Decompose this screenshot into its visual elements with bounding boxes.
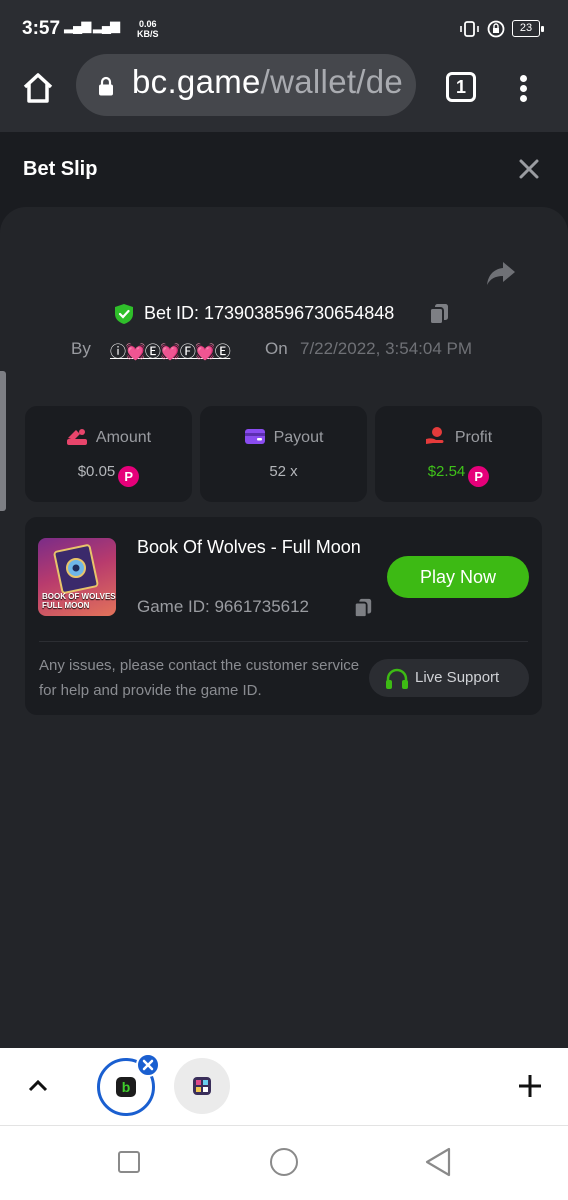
bet-id: Bet ID: 1739038596730654848	[144, 303, 395, 323]
polkadot-coin-icon: P	[118, 466, 140, 487]
plus-icon	[519, 1075, 541, 1097]
new-tab-button[interactable]	[516, 1072, 544, 1100]
back-triangle-icon	[425, 1147, 451, 1177]
live-support-label: Live Support	[415, 669, 500, 686]
more-menu-button[interactable]	[514, 68, 534, 108]
net-speed: 0.06 KB/S	[137, 19, 159, 39]
status-icons	[460, 19, 508, 43]
share-icon	[487, 262, 515, 285]
payout-header: Payout	[200, 426, 367, 447]
divider	[39, 641, 528, 642]
copy-bet-id-button[interactable]	[428, 303, 450, 325]
close-icon	[142, 1059, 154, 1071]
dot	[520, 95, 527, 102]
live-support-button[interactable]: Live Support	[369, 659, 529, 697]
tabs-count-button[interactable]: 1	[446, 72, 476, 102]
system-home-button[interactable]	[270, 1148, 298, 1176]
url-bar[interactable]: bc.game/wallet/de	[76, 54, 416, 116]
back-button[interactable]	[424, 1146, 452, 1178]
payout-label: Payout	[273, 429, 324, 446]
game-thumbnail[interactable]: BOOK OF WOLVES FULL MOON	[38, 538, 116, 616]
amount-card: Amount $0.05 P	[25, 406, 192, 502]
amount-label: Amount	[95, 429, 152, 446]
bet-date: 7/22/2022, 3:54:04 PM	[300, 339, 473, 358]
home-button[interactable]	[20, 70, 56, 106]
sheet-header: Bet Slip	[0, 132, 568, 204]
close-button[interactable]	[516, 156, 542, 182]
battery-icon: 23	[512, 20, 544, 37]
bet-meta-row: By ⓘ💓Ⓔ💓Ⓕ💓Ⓔ On 7/22/2022, 3:54:04 PM	[0, 337, 568, 361]
browser-tab-strip: b	[0, 1048, 568, 1125]
game-thumbnail-label: BOOK OF WOLVES FULL MOON	[42, 592, 116, 610]
payout-value: 52 x	[269, 463, 298, 480]
net-speed-unit: KB/S	[137, 29, 159, 39]
url-path: /wallet/de	[260, 63, 404, 100]
play-now-button[interactable]: Play Now	[387, 556, 529, 598]
url-host: bc.game	[132, 63, 261, 100]
other-tab[interactable]	[174, 1058, 230, 1114]
payout-card: Payout 52 x	[200, 406, 367, 502]
user-link[interactable]: ⓘ💓Ⓔ💓Ⓕ💓Ⓔ	[110, 338, 231, 362]
amount-header: Amount	[25, 426, 192, 447]
wallet-icon	[244, 429, 265, 444]
game-name: Book Of Wolves - Full Moon	[137, 537, 361, 557]
copy-game-id-button[interactable]	[353, 598, 373, 618]
chevron-up-icon	[28, 1079, 48, 1092]
bcgame-logo-icon: b	[116, 1077, 136, 1097]
profit-value: $2.54	[427, 463, 466, 480]
on-label: On	[265, 339, 288, 358]
profit-icon	[425, 427, 444, 444]
vibrate-lock-icon	[460, 20, 505, 38]
headset-icon	[386, 668, 408, 689]
game-card: BOOK OF WOLVES FULL MOON Book Of Wolves …	[25, 517, 542, 715]
recent-apps-button[interactable]	[118, 1151, 140, 1173]
lock-icon	[99, 76, 113, 96]
profit-value-row: $2.54 P	[375, 463, 542, 487]
amount-value: $0.05	[77, 463, 116, 480]
by-label: By	[71, 339, 91, 358]
dot	[520, 85, 527, 92]
browser-toolbar: bc.game/wallet/de 1	[0, 54, 568, 132]
close-icon	[519, 159, 539, 179]
page-title: Bet Slip	[23, 158, 98, 180]
url-text: bc.game/wallet/de	[132, 63, 403, 101]
close-tab-button[interactable]	[136, 1053, 160, 1077]
system-nav-bar	[0, 1125, 568, 1200]
active-tab[interactable]: b	[97, 1053, 160, 1116]
bet-id-row: Bet ID: 1739038596730654848	[0, 300, 568, 328]
signal-icon: ▂▄▆ ▂▄▆	[64, 18, 120, 33]
amount-value-row: $0.05 P	[25, 463, 192, 487]
scrollbar[interactable]	[0, 371, 6, 511]
dot	[520, 75, 527, 82]
profit-header: Profit	[375, 426, 542, 447]
profit-card: Profit $2.54 P	[375, 406, 542, 502]
copy-icon	[429, 304, 448, 325]
support-text: Any issues, please contact the customer …	[39, 657, 360, 699]
game-id: Game ID: 9661735612	[137, 597, 310, 616]
amount-icon	[66, 429, 87, 445]
copy-icon	[353, 598, 372, 618]
home-icon	[23, 73, 53, 103]
status-time: 3:57	[22, 18, 61, 39]
status-bar: 3:57 ▂▄▆ ▂▄▆ 0.06 KB/S 23	[0, 0, 568, 60]
shield-check-icon	[115, 304, 133, 324]
site-favicon-icon	[193, 1077, 211, 1095]
polkadot-coin-icon: P	[468, 466, 490, 487]
expand-tabs-button[interactable]	[26, 1074, 50, 1098]
profit-label: Profit	[454, 429, 493, 446]
share-button[interactable]	[484, 258, 518, 288]
net-speed-value: 0.06	[138, 19, 157, 29]
